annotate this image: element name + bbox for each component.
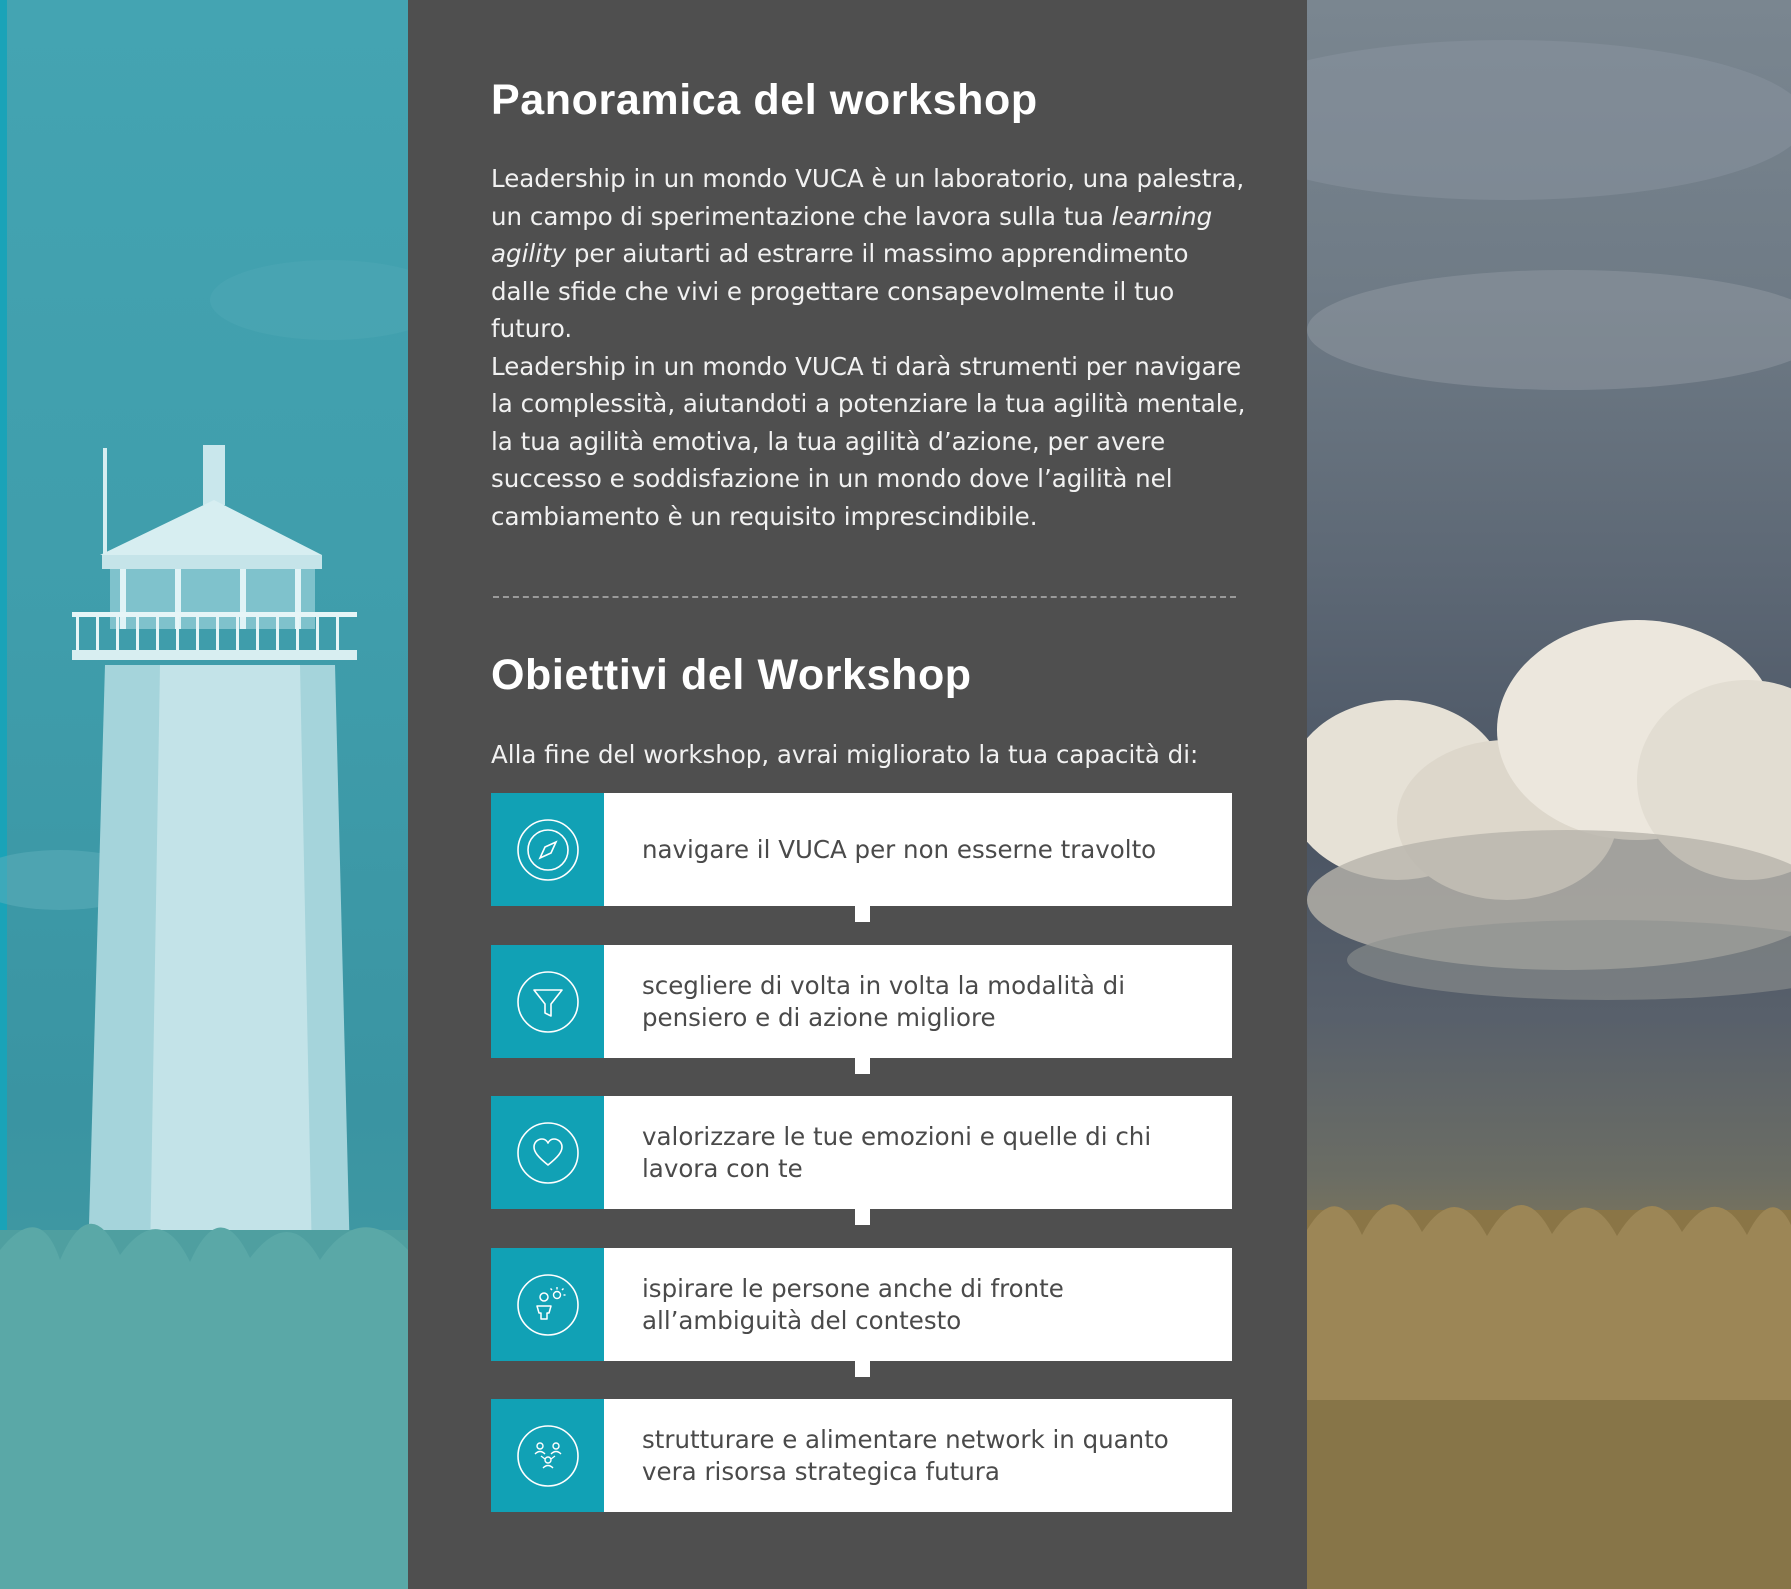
objective-icon-box (491, 1096, 604, 1209)
network-people-icon (516, 1424, 579, 1487)
objective-label: strutturare e alimentare network in quan… (642, 1424, 1169, 1486)
objective-card: ispirare le persone anche di fronte all’… (491, 1248, 1232, 1361)
section-divider (493, 596, 1236, 598)
overview-title: Panoramica del workshop (491, 76, 1038, 124)
card-connector (855, 1058, 870, 1074)
funnel-icon (516, 970, 579, 1033)
overview-paragraph-1-end: per aiutarti ad estrarre il massimo appr… (491, 239, 1189, 343)
objective-icon-box (491, 793, 604, 906)
clouds-grass-photo (1307, 0, 1791, 1589)
compass-icon (516, 818, 579, 881)
objective-label: navigare il VUCA per non esserne travolt… (642, 834, 1157, 864)
objective-card: navigare il VUCA per non esserne travolt… (491, 793, 1232, 906)
lighthouse-photo (0, 0, 408, 1589)
lighthouse-illustration (0, 260, 408, 1589)
card-connector (855, 1361, 870, 1377)
objective-card: valorizzare le tue emozioni e quelle di … (491, 1096, 1232, 1209)
objective-icon-box (491, 1248, 604, 1361)
objectives-intro: Alla fine del workshop, avrai migliorato… (491, 740, 1199, 769)
objective-label: scegliere di volta in volta la modalità … (642, 970, 1126, 1032)
card-connector (855, 906, 870, 922)
card-connector (855, 1209, 870, 1225)
overview-paragraph-2: Leadership in un mondo VUCA ti darà stru… (491, 351, 1246, 531)
objective-icon-box (491, 1399, 604, 1512)
objective-icon-box (491, 945, 604, 1058)
objective-label: ispirare le persone anche di fronte all’… (642, 1273, 1064, 1335)
heart-icon (516, 1121, 579, 1184)
clouds-illustration (1307, 40, 1791, 1589)
objective-card: scegliere di volta in volta la modalità … (491, 945, 1232, 1058)
objective-label: valorizzare le tue emozioni e quelle di … (642, 1121, 1152, 1183)
overview-paragraph-1: Leadership in un mondo VUCA è un laborat… (491, 160, 1251, 348)
objectives-title: Obiettivi del Workshop (491, 651, 972, 699)
content-panel: Panoramica del workshop Leadership in un… (408, 0, 1307, 1589)
objective-card: strutturare e alimentare network in quan… (491, 1399, 1232, 1512)
inspiring-person-icon (516, 1273, 579, 1336)
overview-body: Leadership in un mondo VUCA è un laborat… (491, 160, 1251, 535)
